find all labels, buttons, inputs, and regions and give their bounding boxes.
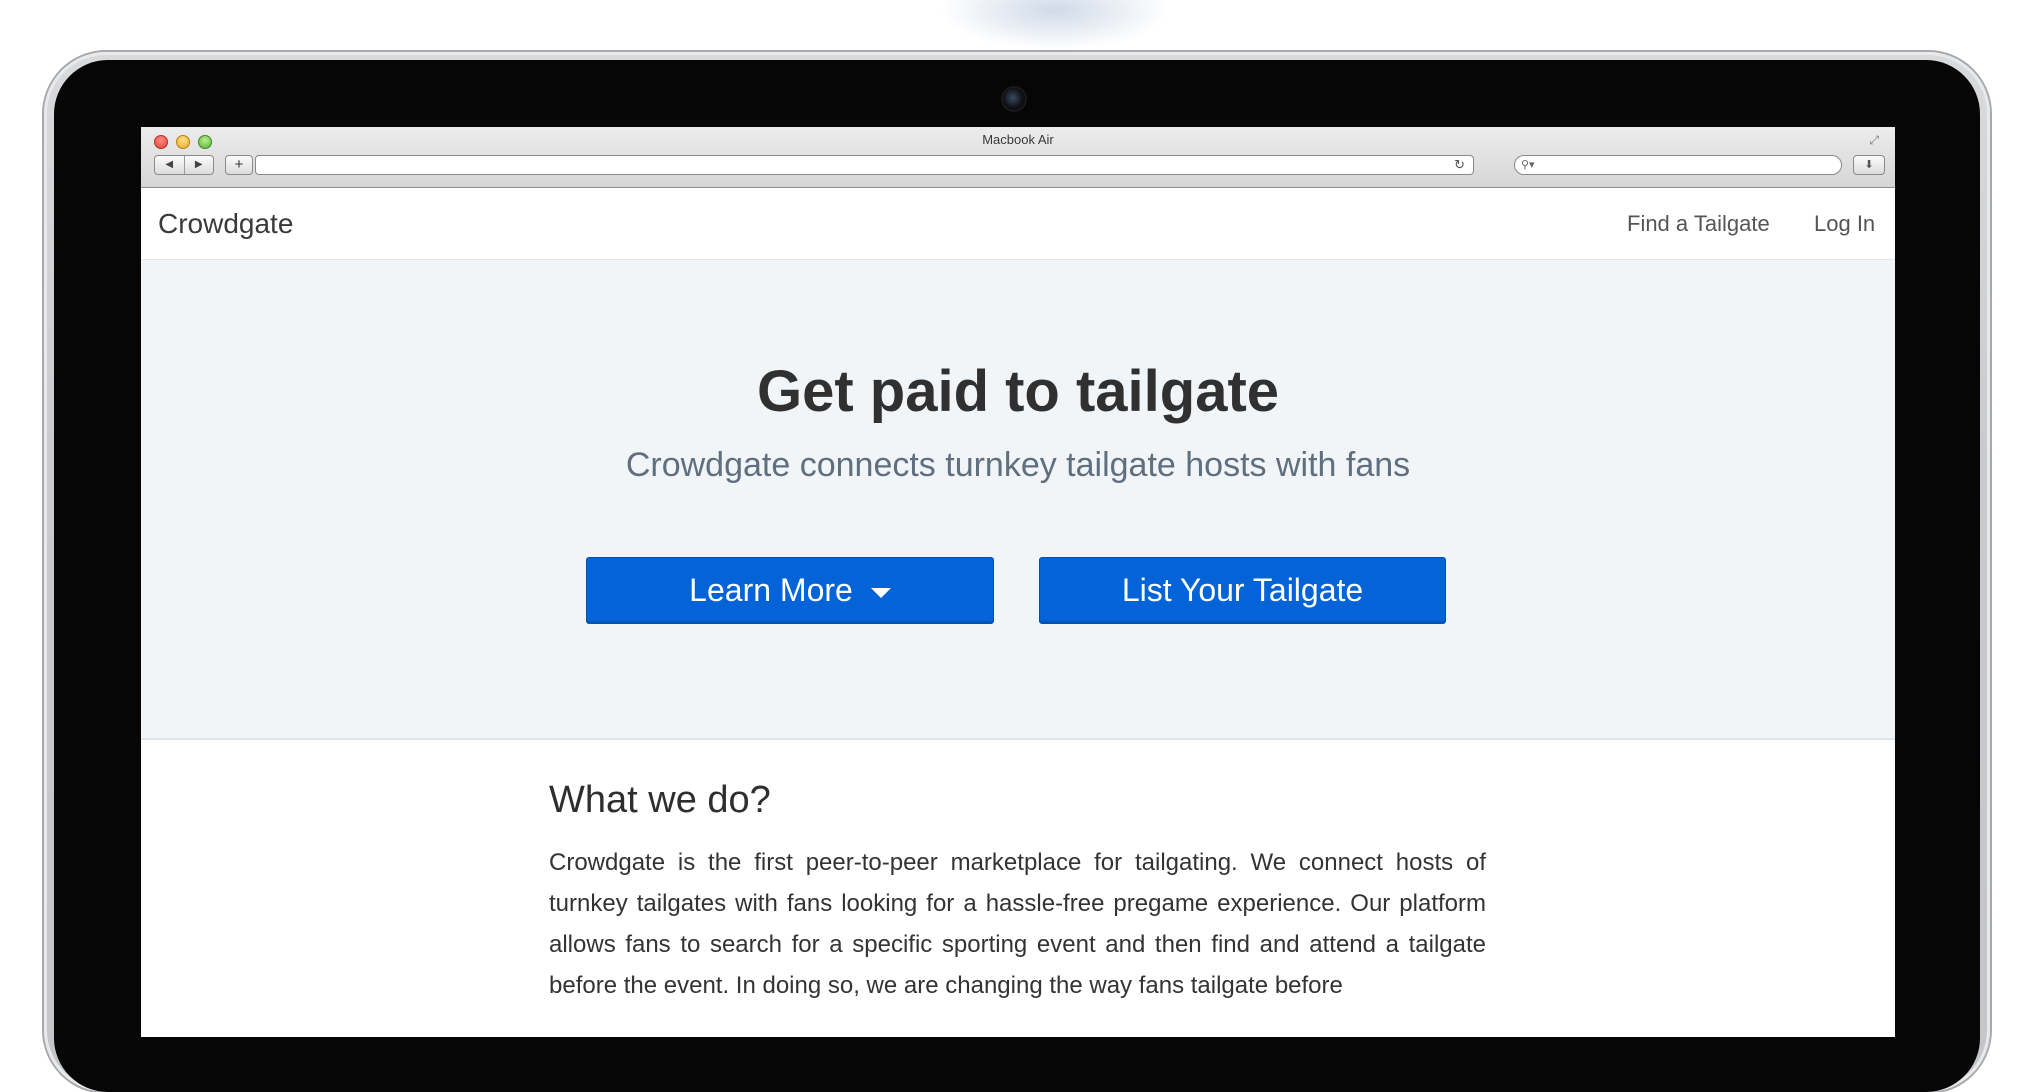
list-your-tailgate-button[interactable]: List Your Tailgate — [1039, 557, 1446, 624]
site-navbar: Crowdgate Find a Tailgate Log In — [141, 188, 1895, 260]
downloads-button[interactable]: ⬇ — [1853, 155, 1885, 175]
hero-section: Get paid to tailgate Crowdgate connects … — [141, 260, 1895, 740]
reload-icon[interactable]: ↻ — [1454, 156, 1465, 174]
history-buttons: ◀ ▶ — [154, 155, 214, 175]
download-icon: ⬇ — [1864, 159, 1874, 171]
window-title: Macbook Air — [982, 132, 1054, 147]
learn-more-label: Learn More — [689, 572, 853, 608]
what-we-do-section: What we do? Crowdgate is the first peer-… — [549, 778, 1486, 1006]
hero-subtitle: Crowdgate connects turnkey tailgate host… — [625, 446, 1411, 484]
section-body: Crowdgate is the first peer-to-peer mark… — [549, 848, 1486, 999]
hero-title: Get paid to tailgate — [756, 359, 1280, 424]
browser-window: Macbook Air ⤢ ◀ ▶ + ↻ ⚲▾ ⬇ Crowdgate Fin… — [141, 127, 1895, 1037]
fullscreen-icon[interactable]: ⤢ — [1869, 133, 1879, 148]
search-field[interactable]: ⚲▾ — [1514, 155, 1842, 175]
background-splash — [940, 0, 1170, 50]
new-tab-button[interactable]: + — [225, 155, 253, 175]
forward-arrow-icon[interactable]: ▶ — [183, 156, 214, 174]
search-icon: ⚲▾ — [1521, 159, 1535, 171]
learn-more-button[interactable]: Learn More — [586, 557, 994, 624]
address-bar[interactable]: ↻ — [255, 155, 1474, 175]
back-arrow-icon[interactable]: ◀ — [155, 156, 184, 174]
browser-toolbar: Macbook Air ⤢ ◀ ▶ + ↻ ⚲▾ ⬇ — [141, 127, 1895, 188]
nav-find-tailgate[interactable]: Find a Tailgate — [1627, 188, 1770, 259]
brand-logo[interactable]: Crowdgate — [158, 188, 293, 259]
nav-log-in[interactable]: Log In — [1814, 188, 1875, 259]
camera-icon — [1003, 88, 1025, 110]
caret-down-icon — [870, 587, 891, 598]
section-heading: What we do? — [549, 779, 771, 821]
